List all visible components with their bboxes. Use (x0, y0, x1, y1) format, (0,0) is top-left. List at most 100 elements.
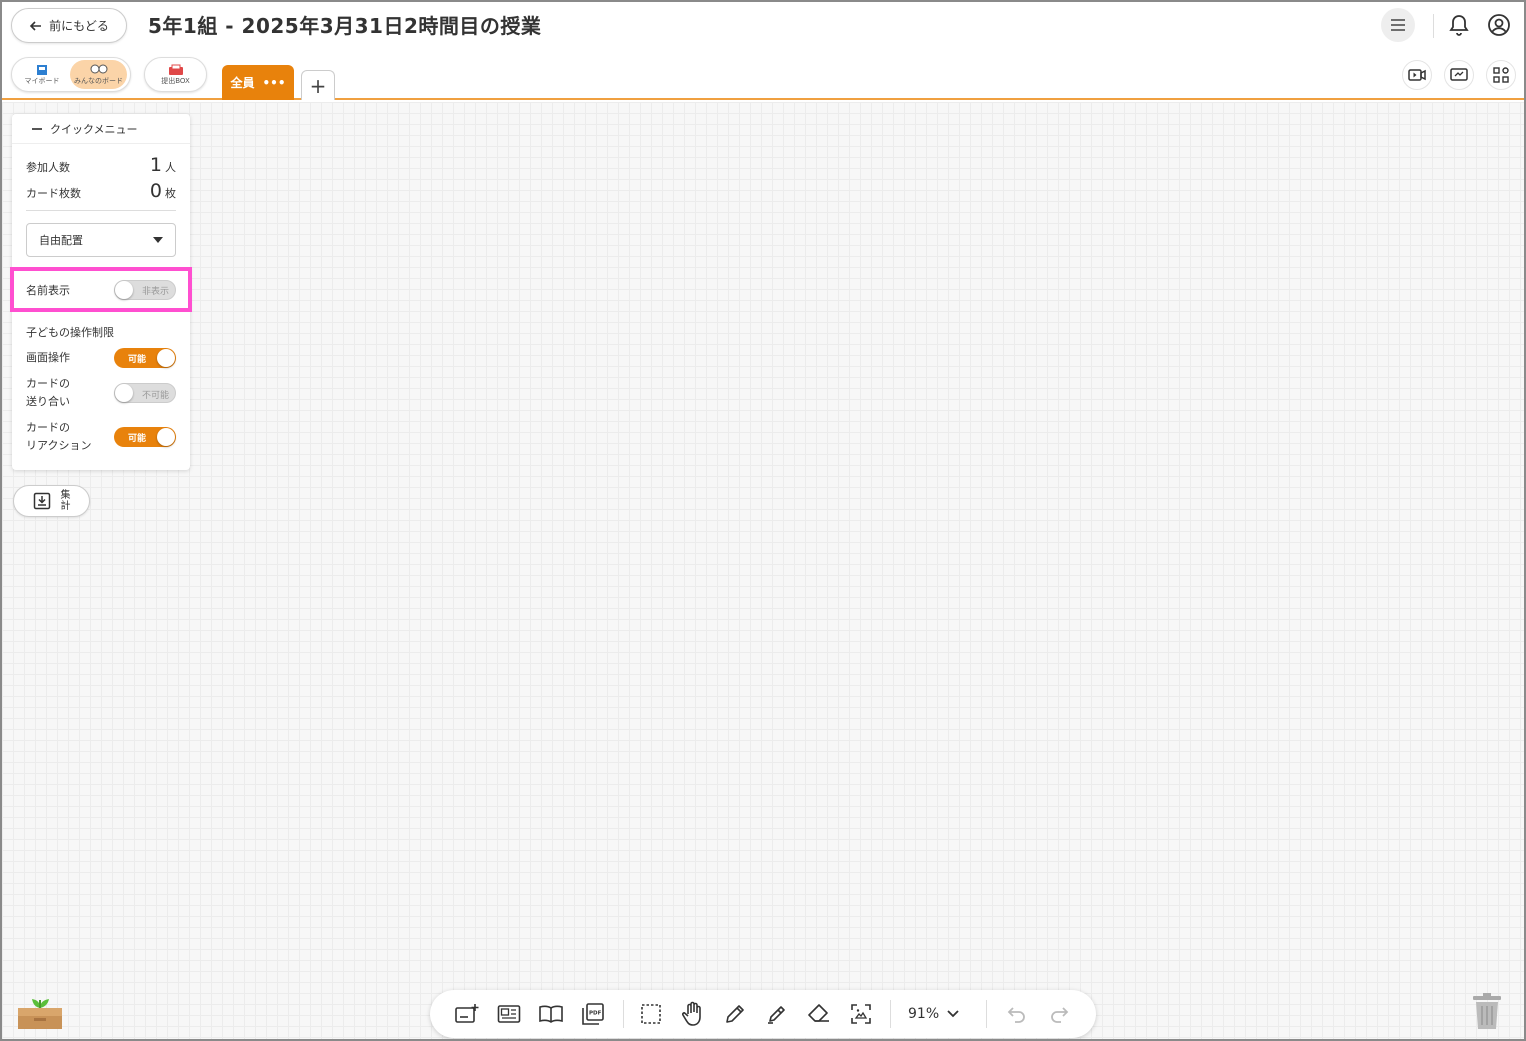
board-icon (37, 64, 47, 75)
all-board-option[interactable]: みんなのボード (70, 60, 127, 89)
header: 前にもどる 5年1組 - 2025年3月31日2時間目の授業 マイボード みんな… (2, 2, 1524, 100)
my-board-option[interactable]: マイボード (14, 60, 70, 89)
undo-button[interactable] (1002, 1000, 1032, 1028)
tab-more-icon[interactable]: ••• (263, 76, 286, 90)
card-send-label-1: カードの (26, 377, 70, 390)
layout-select[interactable]: 自由配置 (26, 223, 176, 257)
board-switch: マイボード みんなのボード (11, 57, 131, 92)
apps-button[interactable] (1486, 60, 1516, 90)
eraser-tool-button[interactable] (804, 1000, 834, 1028)
hamburger-icon (1391, 19, 1405, 31)
tab-all[interactable]: 全員 ••• (222, 65, 294, 100)
pen-tool-button[interactable] (720, 1000, 750, 1028)
highlight-box (10, 267, 192, 312)
marker-tool-button[interactable] (762, 1000, 792, 1028)
plant-box-icon[interactable] (16, 990, 64, 1030)
card-send-state: 不可能 (141, 391, 169, 401)
card-react-toggle[interactable]: 可能 (114, 427, 176, 447)
redo-icon (1051, 1007, 1069, 1023)
marquee-select-icon (641, 1004, 661, 1024)
summary-button[interactable]: 集計 (13, 485, 90, 517)
add-tab-button[interactable]: + (301, 70, 335, 100)
cards-row: カード枚数 0枚 (26, 180, 176, 202)
account-circle-icon (1488, 14, 1510, 36)
trash-icon[interactable] (1470, 992, 1504, 1030)
news-card-icon (497, 1005, 521, 1023)
toolbar-divider (986, 1000, 987, 1028)
hand-tool-button[interactable] (678, 1000, 708, 1028)
cards-label: カード枚数 (26, 187, 81, 200)
quick-menu-header[interactable]: クイックメニュー (12, 114, 190, 144)
pdf-icon: PDF (582, 1003, 604, 1025)
screen-op-label: 画面操作 (26, 351, 70, 364)
download-box-icon (33, 492, 50, 510)
menu-button[interactable] (1381, 8, 1415, 42)
cards-value: 0 (149, 180, 162, 202)
summary-label-2: 計 (60, 501, 71, 512)
cards-unit: 枚 (165, 187, 176, 200)
textbook-button[interactable] (536, 1000, 566, 1028)
svg-text:PDF: PDF (589, 1011, 602, 1017)
card-react-label-2: リアクション (26, 439, 92, 452)
bottom-toolbar: PDF 91% (430, 990, 1096, 1038)
inbox-icon (168, 64, 183, 75)
toolbar-divider (623, 1000, 624, 1028)
eraser-icon (808, 1004, 829, 1022)
toggle-knob (157, 428, 175, 446)
capture-tool-button[interactable] (846, 1000, 876, 1028)
card-send-label-2: 送り合い (26, 395, 70, 408)
header-divider (1433, 14, 1434, 38)
toolbar-divider (890, 1000, 891, 1028)
my-board-label: マイボード (24, 76, 60, 85)
toggle-knob (115, 384, 133, 402)
redo-button[interactable] (1044, 1000, 1074, 1028)
back-button-label: 前にもどる (49, 19, 109, 33)
add-card-button[interactable] (452, 1000, 482, 1028)
chevron-down-icon (947, 1010, 959, 1018)
video-button[interactable] (1402, 60, 1432, 90)
arrow-left-icon (29, 20, 42, 31)
card-react-row: カードのリアクション 可能 (26, 419, 176, 455)
screen-op-toggle[interactable]: 可能 (114, 348, 176, 368)
people-icon (90, 64, 107, 73)
undo-icon (1007, 1007, 1025, 1023)
bell-icon (1449, 15, 1469, 36)
marker-icon (768, 1006, 785, 1024)
screen-share-button[interactable] (1444, 60, 1474, 90)
card-react-label-1: カードの (26, 421, 70, 434)
account-button[interactable] (1482, 8, 1516, 42)
screen-op-state: 可能 (128, 355, 147, 365)
screen-icon (1450, 68, 1468, 81)
card-react-state: 可能 (128, 434, 147, 444)
card-template-button[interactable] (494, 1000, 524, 1028)
toggle-knob (157, 349, 175, 367)
book-icon (539, 1005, 563, 1023)
participants-label: 参加人数 (26, 161, 70, 174)
select-tool-button[interactable] (636, 1000, 666, 1028)
video-icon (1408, 69, 1426, 81)
collapse-icon (32, 127, 42, 130)
child-limits-label: 子どもの操作制限 (26, 326, 114, 339)
board-canvas[interactable] (2, 102, 1524, 1039)
page-title: 5年1組 - 2025年3月31日2時間目の授業 (148, 14, 542, 38)
card-send-row: カードの送り合い 不可能 (26, 375, 176, 411)
notification-button[interactable] (1442, 8, 1476, 42)
card-send-toggle[interactable]: 不可能 (114, 383, 176, 403)
zoom-value: 91% (908, 1006, 940, 1022)
quick-menu-title: クイックメニュー (50, 122, 138, 136)
tab-all-label: 全員 (230, 76, 255, 90)
quick-menu-divider (26, 210, 176, 211)
back-button[interactable]: 前にもどる (11, 8, 127, 43)
zoom-select[interactable]: 91% (908, 1002, 959, 1026)
participants-value: 1 (149, 154, 162, 176)
apps-grid-icon (1493, 67, 1509, 83)
submit-box-label: 提出BOX (161, 76, 190, 85)
submit-box-button[interactable]: 提出BOX (144, 57, 207, 92)
screen-op-row: 画面操作 可能 (26, 348, 176, 368)
add-card-icon (455, 1004, 479, 1023)
summary-label-1: 集 (60, 490, 71, 501)
app-window: 前にもどる 5年1組 - 2025年3月31日2時間目の授業 マイボード みんな… (0, 0, 1526, 1041)
hand-icon (682, 1001, 701, 1026)
pdf-button[interactable]: PDF (578, 1000, 608, 1028)
participants-row: 参加人数 1人 (26, 154, 176, 176)
